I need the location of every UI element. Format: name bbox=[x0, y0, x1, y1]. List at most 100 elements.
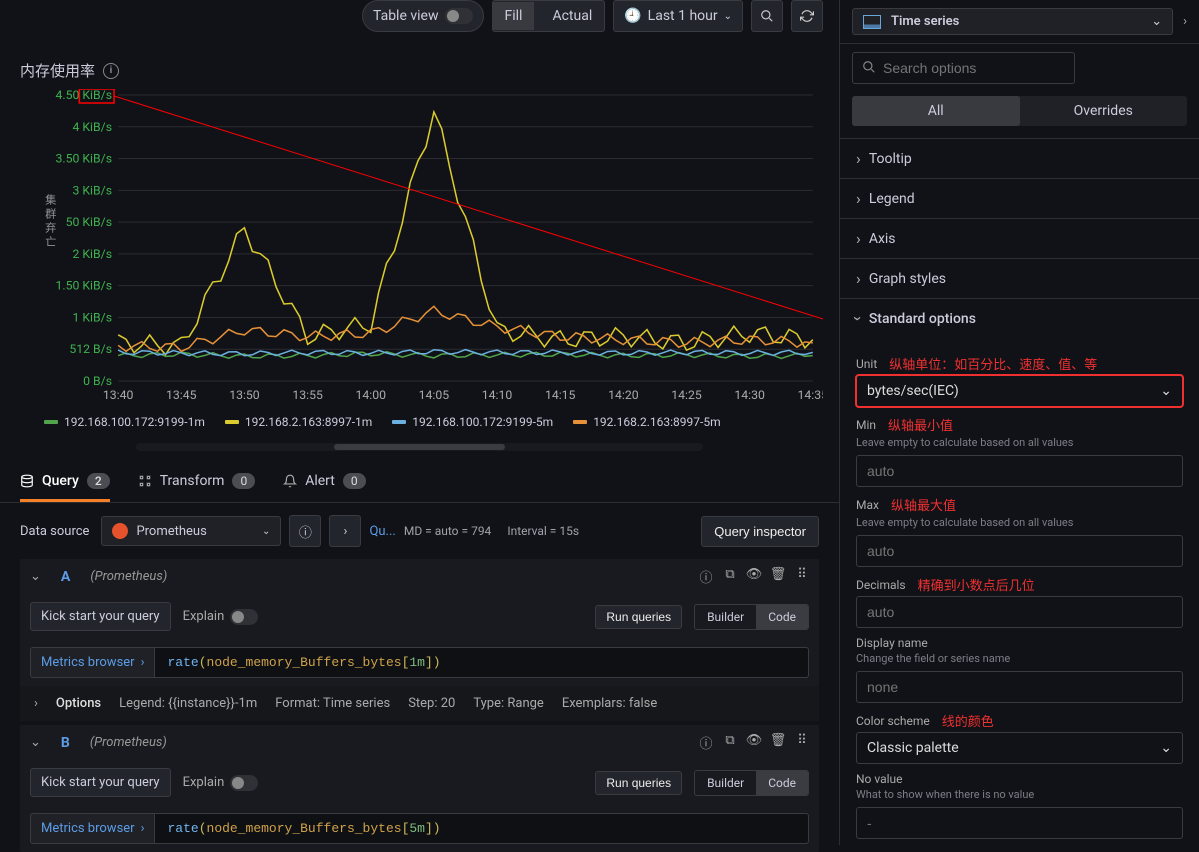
chevron-right-icon: › bbox=[141, 655, 145, 670]
legend-item[interactable]: 192.168.100.172:9199-1m bbox=[44, 415, 205, 429]
code-option[interactable]: Code bbox=[756, 771, 808, 795]
tab-transform[interactable]: Transform 0 bbox=[138, 461, 256, 502]
svg-text:13:45: 13:45 bbox=[166, 388, 197, 402]
query-options-row[interactable]: › Options Legend: {{instance}}-1m Format… bbox=[20, 686, 819, 721]
run-queries-button[interactable]: Run queries bbox=[595, 771, 682, 795]
explain-toggle[interactable]: Explain bbox=[183, 775, 259, 791]
builder-option[interactable]: Builder bbox=[695, 605, 756, 629]
bell-icon bbox=[283, 474, 297, 488]
horizontal-scrollbar[interactable] bbox=[136, 443, 703, 451]
overrides-option[interactable]: Overrides bbox=[1020, 96, 1188, 126]
color-scheme-select[interactable]: Classic palette ⌄ bbox=[856, 732, 1183, 764]
query-options-link[interactable]: Qu... bbox=[369, 524, 395, 539]
svg-text:14:20: 14:20 bbox=[608, 388, 639, 402]
zoom-out-button[interactable] bbox=[751, 0, 783, 32]
unit-select[interactable]: bytes/sec(IEC) ⌄ bbox=[856, 375, 1183, 407]
code-option[interactable]: Code bbox=[756, 605, 808, 629]
copy-icon[interactable]: ⧉ bbox=[723, 567, 737, 586]
svg-text:50 KiB/s: 50 KiB/s bbox=[66, 215, 112, 229]
refresh-button[interactable] bbox=[791, 0, 823, 32]
database-icon bbox=[20, 474, 34, 488]
datasource-help-button[interactable]: ⓘ bbox=[289, 515, 321, 547]
legend-item[interactable]: 192.168.2.163:8997-5m bbox=[573, 415, 720, 429]
section-axis[interactable]: Axis bbox=[840, 218, 1199, 258]
exemplars-option: Exemplars: false bbox=[562, 696, 657, 711]
eye-icon[interactable]: 👁 bbox=[747, 567, 761, 586]
section-tooltip[interactable]: Tooltip bbox=[840, 138, 1199, 178]
annotation-text: 纵轴单位：如百分比、速度、值、等 bbox=[889, 354, 1097, 373]
section-legend[interactable]: Legend bbox=[840, 178, 1199, 218]
time-series-chart: 4.50 KiB/s4 KiB/s3.50 KiB/s3 KiB/s50 KiB… bbox=[16, 89, 823, 409]
metrics-browser-button[interactable]: Metrics browser › bbox=[30, 813, 154, 844]
toggle-off-icon bbox=[230, 609, 258, 625]
info-icon[interactable]: ⓘ bbox=[699, 733, 713, 752]
info-icon[interactable]: i bbox=[103, 63, 119, 79]
svg-text:14:05: 14:05 bbox=[419, 388, 450, 402]
display-name-input[interactable] bbox=[856, 671, 1183, 703]
prometheus-icon bbox=[112, 523, 128, 539]
trash-icon[interactable]: 🗑 bbox=[771, 733, 785, 752]
fill-option[interactable]: Fill bbox=[493, 2, 535, 30]
svg-text:14:25: 14:25 bbox=[671, 388, 702, 402]
drag-handle-icon[interactable]: ⠿ bbox=[795, 733, 809, 752]
kick-start-button[interactable]: Kick start your query bbox=[30, 602, 171, 631]
legend-swatch bbox=[44, 420, 58, 424]
legend-item[interactable]: 192.168.2.163:8997-1m bbox=[225, 415, 372, 429]
drag-handle-icon[interactable]: ⠿ bbox=[795, 567, 809, 586]
search-minus-icon bbox=[760, 9, 774, 23]
datasource-select[interactable]: Prometheus ⌄ bbox=[101, 516, 281, 546]
copy-icon[interactable]: ⧉ bbox=[723, 733, 737, 752]
unit-label-row: Unit 纵轴单位：如百分比、速度、值、等 bbox=[856, 354, 1183, 373]
min-input[interactable] bbox=[856, 455, 1183, 487]
query-block-b: ⌄ B (Prometheus) ⓘ ⧉ 👁 🗑 ⠿ Kick start yo… bbox=[20, 725, 819, 852]
eye-icon[interactable]: 👁 bbox=[747, 733, 761, 752]
query-code-input[interactable]: rate(node_memory_Buffers_bytes[5m]) bbox=[154, 813, 809, 844]
max-description: Leave empty to calculate based on all va… bbox=[856, 516, 1183, 529]
query-options-chevron[interactable]: › bbox=[329, 515, 361, 547]
legend-item[interactable]: 192.168.100.172:9199-5m bbox=[392, 415, 553, 429]
section-standard-options[interactable]: Standard options bbox=[840, 298, 1199, 338]
chevron-right-icon bbox=[856, 149, 861, 168]
builder-option[interactable]: Builder bbox=[695, 771, 756, 795]
trash-icon[interactable]: 🗑 bbox=[771, 567, 785, 586]
no-value-description: What to show when there is no value bbox=[856, 788, 1183, 801]
svg-text:3 KiB/s: 3 KiB/s bbox=[72, 183, 112, 197]
table-view-toggle[interactable]: Table view bbox=[362, 0, 484, 32]
legend-option: Legend: {{instance}}-1m bbox=[119, 696, 257, 711]
annotation-text: 精确到小数点后几位 bbox=[918, 575, 1035, 594]
visualization-picker[interactable]: Time series ⌄ bbox=[852, 8, 1173, 35]
chevron-right-icon bbox=[856, 189, 861, 208]
all-overrides-segment[interactable]: All Overrides bbox=[852, 96, 1187, 126]
info-icon[interactable]: ⓘ bbox=[699, 567, 713, 586]
chevron-right-icon[interactable]: › bbox=[1183, 14, 1187, 29]
decimals-input[interactable] bbox=[856, 596, 1183, 628]
chevron-right-icon: › bbox=[34, 696, 38, 711]
max-input[interactable] bbox=[856, 535, 1183, 567]
section-graph-styles[interactable]: Graph styles bbox=[840, 258, 1199, 298]
chevron-right-icon: › bbox=[141, 821, 145, 836]
time-range-picker[interactable]: 🕘 Last 1 hour ⌄ bbox=[613, 0, 743, 32]
explain-toggle[interactable]: Explain bbox=[183, 609, 259, 625]
no-value-input[interactable] bbox=[856, 807, 1183, 839]
display-name-description: Change the field or series name bbox=[856, 652, 1183, 665]
builder-code-segment[interactable]: Builder Code bbox=[694, 604, 809, 630]
fill-actual-segment[interactable]: Fill Actual bbox=[492, 0, 606, 32]
builder-code-segment[interactable]: Builder Code bbox=[694, 770, 809, 796]
run-queries-button[interactable]: Run queries bbox=[595, 605, 682, 629]
chevron-down-icon[interactable]: ⌄ bbox=[30, 569, 41, 584]
chevron-down-icon: ⌄ bbox=[262, 526, 270, 537]
metrics-browser-button[interactable]: Metrics browser › bbox=[30, 647, 154, 678]
search-input[interactable] bbox=[852, 52, 1075, 84]
tab-alert[interactable]: Alert 0 bbox=[283, 461, 365, 502]
query-code-input[interactable]: rate(node_memory_Buffers_bytes[1m]) bbox=[154, 647, 809, 678]
all-option[interactable]: All bbox=[852, 96, 1020, 126]
tab-query[interactable]: Query 2 bbox=[20, 461, 110, 502]
query-source-label: (Prometheus) bbox=[90, 569, 167, 584]
chevron-down-icon: ⌄ bbox=[1151, 14, 1162, 29]
chevron-down-icon[interactable]: ⌄ bbox=[30, 735, 41, 750]
annotation-text: 纵轴最大值 bbox=[891, 495, 956, 514]
query-inspector-button[interactable]: Query inspector bbox=[701, 516, 819, 547]
actual-option[interactable]: Actual bbox=[540, 2, 604, 30]
kick-start-button[interactable]: Kick start your query bbox=[30, 768, 171, 797]
visualization-picker-row: Time series ⌄ › bbox=[840, 0, 1199, 44]
